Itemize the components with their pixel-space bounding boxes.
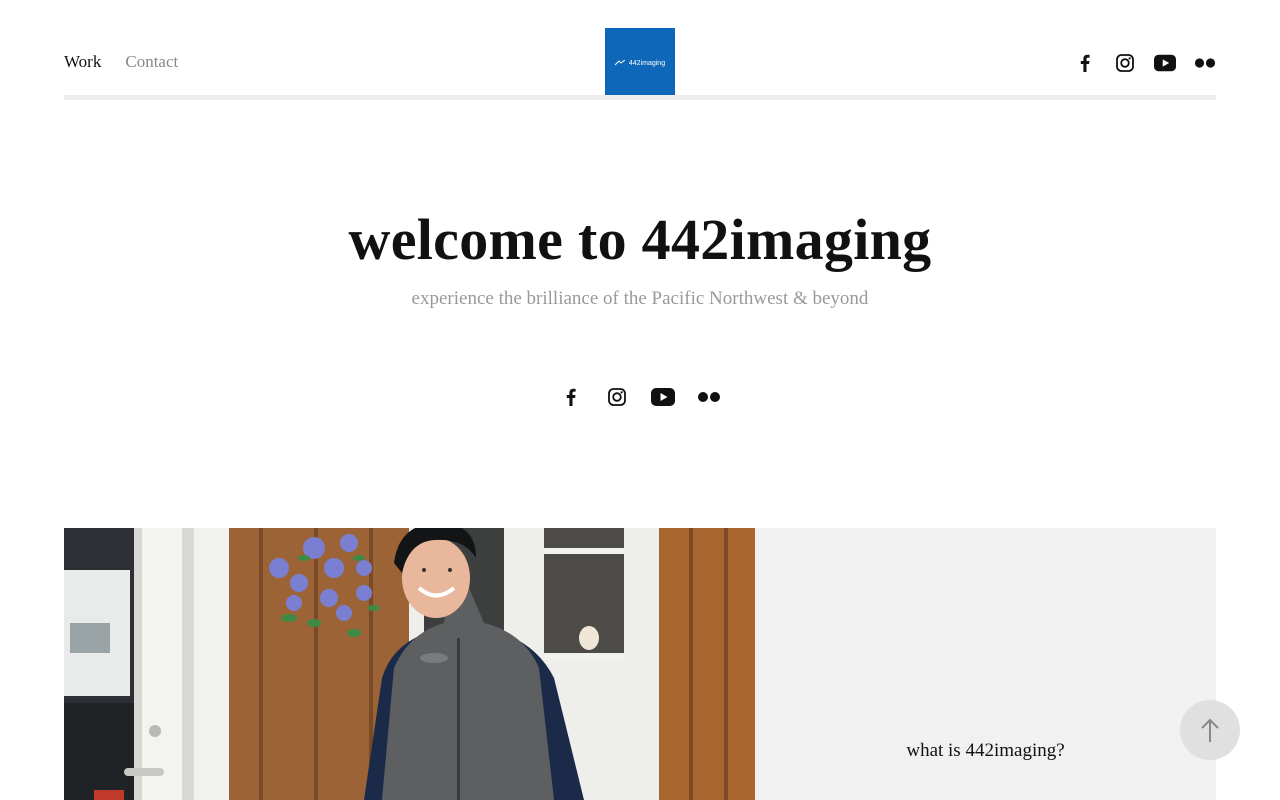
feature-photo [64,528,755,800]
about-feature: what is 442imaging? [64,528,1216,800]
hero-subtitle: experience the brilliance of the Pacific… [411,288,869,309]
facebook-icon[interactable] [559,384,583,410]
instagram-icon[interactable] [605,384,629,410]
hero-section: welcome to 442imaging experience the bri… [0,200,1280,406]
youtube-icon[interactable] [651,384,675,410]
flickr-icon[interactable] [1194,50,1216,76]
hero-title: welcome to 442imaging [348,207,932,272]
site-logo[interactable]: 442imaging [605,28,675,98]
header-social-links [1074,50,1216,76]
scroll-to-top-button[interactable] [1180,700,1240,760]
header-divider [64,95,1216,100]
hero-social-links [0,384,1280,410]
youtube-icon[interactable] [1154,50,1176,76]
site-header: Work Contact 442imaging [64,0,1216,100]
instagram-icon[interactable] [1114,50,1136,76]
info-panel: what is 442imaging? [755,528,1216,800]
logo-text: 442imaging [628,59,666,67]
facebook-icon[interactable] [1074,50,1096,76]
main-nav: Work Contact [64,52,178,72]
about-question: what is 442imaging? [906,740,1065,761]
nav-link-work[interactable]: Work [64,52,101,72]
flickr-icon[interactable] [697,384,721,410]
arrow-up-icon [1201,718,1219,742]
logo-mark-icon [614,60,625,66]
nav-link-contact[interactable]: Contact [125,52,178,72]
portrait-image [64,528,755,800]
